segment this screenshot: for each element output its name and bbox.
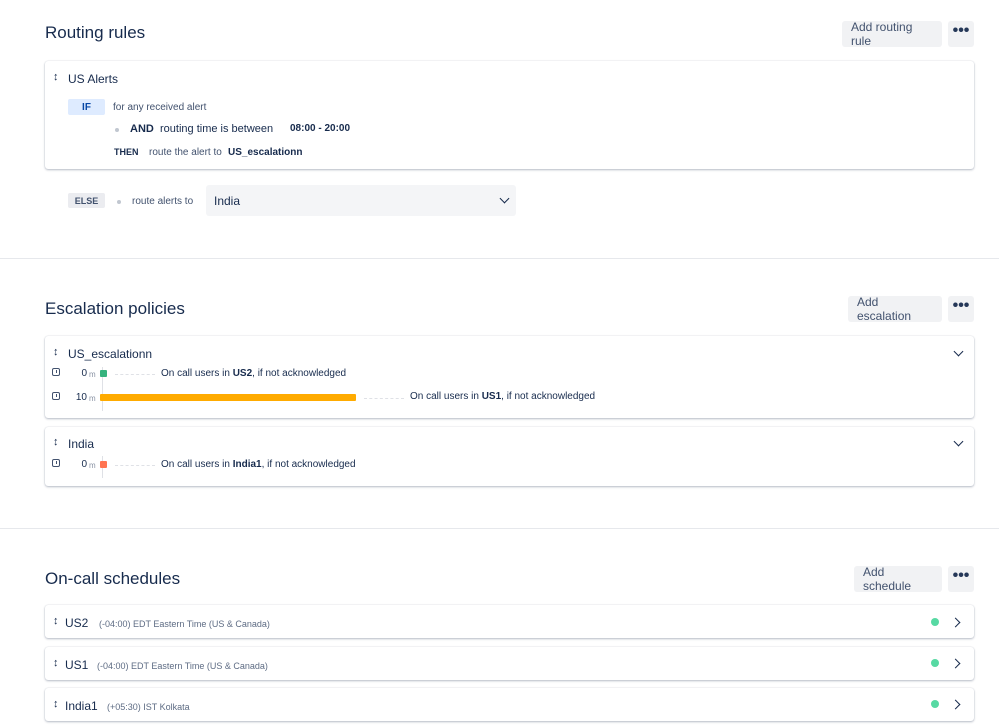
- step-time: 0: [81, 459, 87, 470]
- schedule-timezone: (+05:30) IST Kolkata: [107, 702, 190, 712]
- schedule-row[interactable]: ↕ US1 (-04:00) EDT Eastern Time (US & Ca…: [45, 647, 974, 680]
- step-time: 10: [75, 392, 87, 403]
- section-divider: [0, 258, 999, 259]
- schedule-row[interactable]: ↕ US2 (-04:00) EDT Eastern Time (US & Ca…: [45, 605, 974, 638]
- step-description: On call users in US2, if not acknowledge…: [161, 368, 347, 379]
- step-unit: m: [89, 370, 96, 379]
- chevron-down-icon[interactable]: [953, 436, 964, 447]
- chevron-right-icon[interactable]: [950, 658, 961, 669]
- if-badge: IF: [68, 99, 105, 115]
- add-routing-rule-button[interactable]: Add routing rule: [842, 20, 942, 48]
- drag-handle-icon[interactable]: ↕: [53, 346, 59, 358]
- drag-handle-icon[interactable]: ↕: [53, 436, 59, 448]
- step-marker: [100, 370, 107, 377]
- clock-icon: [52, 392, 60, 400]
- step-marker: [100, 394, 356, 401]
- step-unit: m: [89, 394, 96, 403]
- routing-rule-card[interactable]: ↕ US Alerts IF for any received alert AN…: [45, 61, 974, 169]
- schedule-timezone: (-04:00) EDT Eastern Time (US & Canada): [97, 661, 268, 671]
- clock-icon: [52, 368, 60, 376]
- chevron-right-icon[interactable]: [950, 699, 961, 710]
- step-description: On call users in India1, if not acknowle…: [161, 459, 356, 470]
- then-label: THEN: [114, 147, 139, 157]
- dashed-connector: [115, 465, 155, 466]
- more-icon: •••: [952, 297, 970, 314]
- and-label: AND: [130, 123, 154, 135]
- chevron-down-icon: [499, 193, 510, 204]
- on-call-schedules-title: On-call schedules: [45, 569, 181, 588]
- escalation-policies-title: Escalation policies: [45, 299, 185, 318]
- schedule-timezone: (-04:00) EDT Eastern Time (US & Canada): [99, 619, 270, 629]
- schedule-name: US1: [65, 658, 89, 672]
- condition-text: for any received alert: [113, 102, 207, 113]
- else-text: route alerts to: [132, 196, 194, 207]
- schedule-row[interactable]: ↕ India1 (+05:30) IST Kolkata: [45, 688, 974, 721]
- escalation-policy-card[interactable]: ↕ India 0 m On call users in India1, if …: [45, 427, 974, 486]
- section-divider: [0, 528, 999, 529]
- drag-handle-icon[interactable]: ↕: [53, 615, 59, 627]
- drag-handle-icon[interactable]: ↕: [53, 71, 59, 83]
- escalation-more-button[interactable]: •••: [948, 296, 974, 322]
- schedule-name: India1: [65, 699, 98, 713]
- else-badge: ELSE: [68, 193, 105, 208]
- add-schedule-button[interactable]: Add schedule: [854, 565, 942, 593]
- add-escalation-button[interactable]: Add escalation: [848, 295, 942, 323]
- schedules-more-button[interactable]: •••: [948, 566, 974, 592]
- more-icon: •••: [952, 22, 970, 39]
- then-text: route the alert to: [149, 147, 222, 158]
- policy-name: India: [68, 437, 95, 451]
- else-target-select[interactable]: India: [206, 185, 516, 216]
- drag-handle-icon[interactable]: ↕: [53, 698, 59, 710]
- status-indicator: [931, 659, 939, 667]
- bullet-dot: [117, 200, 121, 204]
- policy-name: US_escalationn: [68, 347, 153, 361]
- clock-icon: [52, 459, 60, 467]
- drag-handle-icon[interactable]: ↕: [53, 657, 59, 669]
- chevron-down-icon[interactable]: [953, 346, 964, 357]
- routing-more-button[interactable]: •••: [948, 21, 974, 47]
- status-indicator: [931, 700, 939, 708]
- chevron-right-icon[interactable]: [950, 617, 961, 628]
- schedule-name: US2: [65, 616, 89, 630]
- then-target: US_escalationn: [228, 147, 303, 158]
- time-range: 08:00 - 20:00: [290, 123, 351, 134]
- step-time: 0: [81, 368, 87, 379]
- and-condition-text: routing time is between: [160, 123, 274, 135]
- select-value: India: [214, 193, 241, 208]
- escalation-policy-card[interactable]: ↕ US_escalationn 0 m On call users in US…: [45, 336, 974, 418]
- routing-rules-title: Routing rules: [45, 23, 146, 42]
- dashed-connector: [364, 398, 404, 399]
- step-unit: m: [89, 461, 96, 470]
- bullet-dot: [115, 128, 119, 132]
- routing-rule-name: US Alerts: [68, 72, 119, 86]
- step-description: On call users in US1, if not acknowledge…: [410, 391, 596, 402]
- more-icon: •••: [952, 567, 970, 584]
- dashed-connector: [115, 374, 155, 375]
- status-indicator: [931, 618, 939, 626]
- step-marker: [100, 461, 107, 468]
